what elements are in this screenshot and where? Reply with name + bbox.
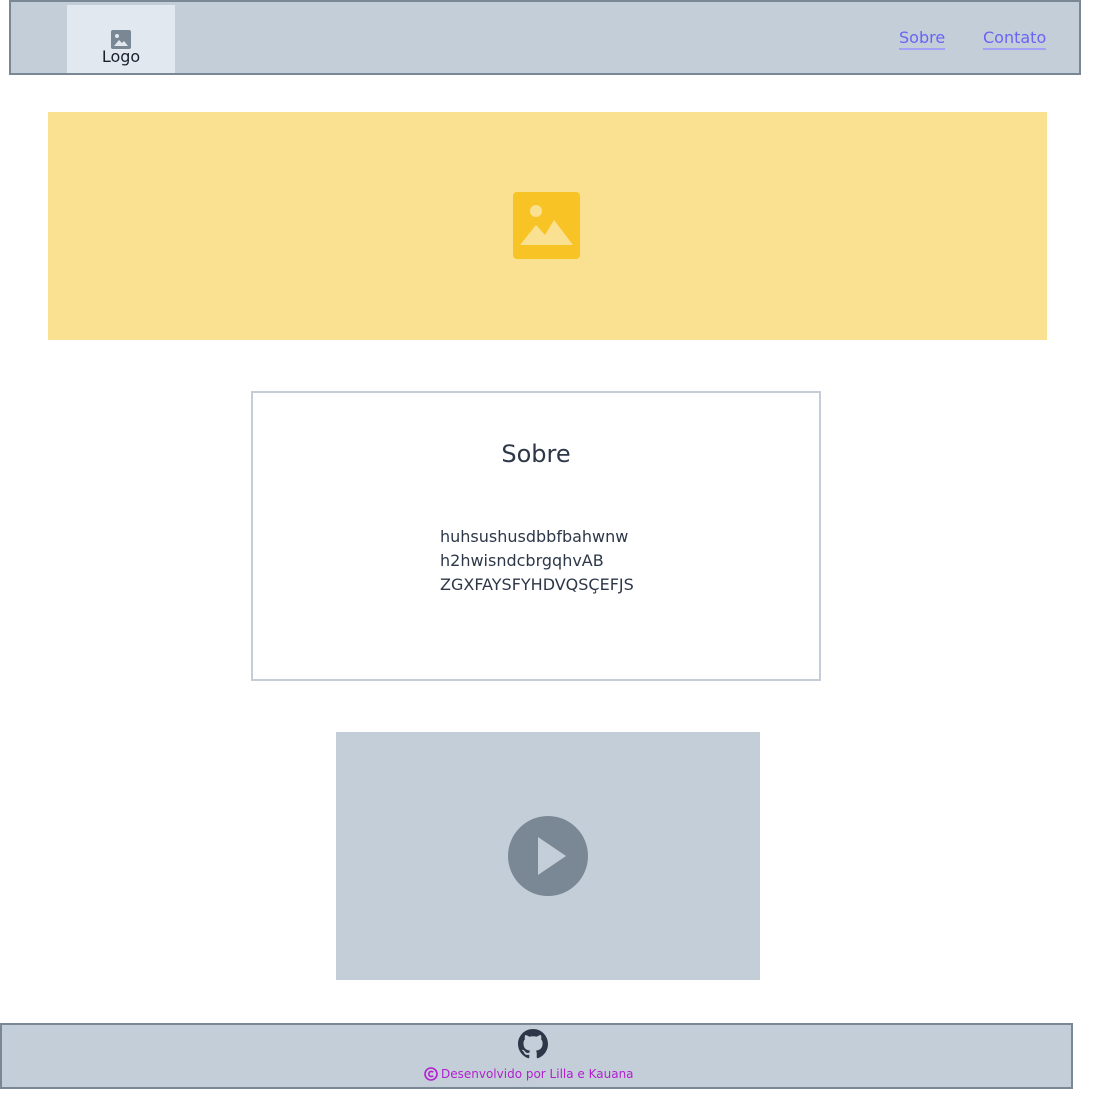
play-icon — [538, 837, 566, 875]
about-text-line: ZGXFAYSFYHDVQSÇEFJS — [440, 575, 634, 594]
play-button[interactable] — [508, 816, 588, 896]
about-text: huhsushusdbbfbahwnw h2hwisndcbrgqhvAB ZG… — [440, 525, 634, 597]
site-footer: Desenvolvido por Lilla e Kauana — [0, 1023, 1073, 1089]
about-card: Sobre huhsushusdbbfbahwnw h2hwisndcbrgqh… — [251, 391, 821, 681]
image-placeholder-icon — [513, 192, 580, 259]
copyright-icon — [424, 1067, 438, 1081]
hero-banner — [48, 112, 1047, 340]
about-text-line: h2hwisndcbrgqhvAB — [440, 551, 604, 570]
about-title: Sobre — [501, 440, 571, 468]
github-icon[interactable] — [518, 1029, 548, 1059]
nav-link-sobre[interactable]: Sobre — [899, 28, 946, 50]
footer-credit: Desenvolvido por Lilla e Kauana — [424, 1066, 634, 1082]
site-header: Logo Sobre Contato — [9, 0, 1081, 75]
footer-credit-text: Desenvolvido por Lilla e Kauana — [441, 1067, 634, 1081]
logo-label: Logo — [101, 47, 141, 66]
nav-link-contato[interactable]: Contato — [983, 28, 1047, 50]
about-text-line: huhsushusdbbfbahwnw — [440, 527, 629, 546]
video-player[interactable] — [336, 732, 760, 980]
logo[interactable]: Logo — [67, 5, 175, 73]
